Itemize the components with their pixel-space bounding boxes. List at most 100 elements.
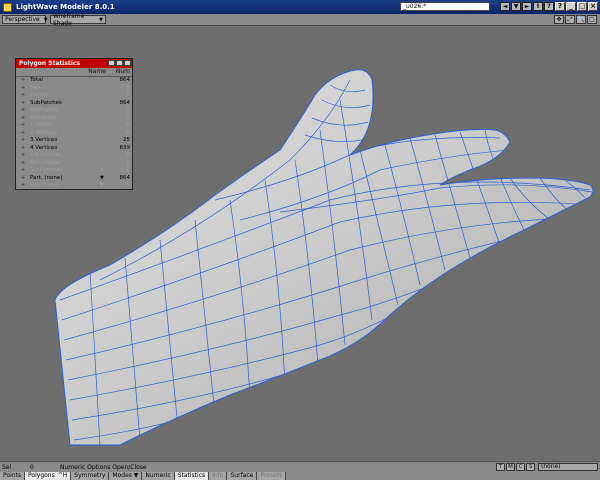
stat-row[interactable]: + Col. (none) ▼ 0 (16, 182, 132, 190)
stat-row[interactable]: + Curves 0 (16, 92, 132, 100)
plus-icon[interactable]: + (16, 145, 30, 152)
name-column-header: Name (88, 68, 106, 75)
stat-value: 0 (126, 182, 131, 189)
help-button[interactable]: ? (555, 2, 565, 11)
num-column-header: Num (115, 68, 130, 75)
status-bar: Sel 0 Numeric Options Open/Close T M C S… (0, 461, 600, 472)
tab-label: Modes (112, 472, 132, 479)
panel-close-button[interactable] (124, 60, 131, 66)
stats-rows: + Total 864 + Faces 0 + Curves 0 + SubPatches 864 + S… (16, 77, 132, 190)
mode-s-button[interactable]: S (526, 463, 535, 471)
plus-icon[interactable]: + (16, 107, 30, 114)
stat-label: Faces (30, 84, 46, 91)
stat-row[interactable]: + Surf. (none) ▼ 0 (16, 167, 132, 175)
tab-shortcut: ^H (57, 472, 68, 479)
stat-value: 0 (126, 167, 131, 174)
layer-icon[interactable]: I (533, 2, 543, 11)
stat-label: Curves (30, 92, 50, 99)
tab-label: Polygons (28, 472, 55, 479)
plus-icon[interactable]: + (16, 182, 30, 189)
tab-statistics[interactable]: Statistics (174, 472, 210, 480)
tab-info[interactable]: Info (209, 472, 228, 480)
tab-label: Numeric (145, 472, 171, 479)
plus-icon[interactable]: + (16, 167, 30, 174)
panel-titlebar[interactable]: Polygon Statistics (16, 59, 132, 68)
perspective-viewport[interactable]: Polygon Statistics Name Num + Total 864 + Fa… (0, 27, 600, 459)
stat-label: 3 Vertices (30, 137, 58, 144)
tab-surface[interactable]: Surface (227, 472, 258, 480)
close-button[interactable]: × (588, 2, 598, 11)
tab-numeric[interactable]: Numeric (142, 472, 175, 480)
window-title: LightWave Modeler 8.0.1 (16, 3, 115, 11)
stat-row[interactable]: + Total 864 (16, 77, 132, 85)
mode-c-button[interactable]: C (516, 463, 525, 471)
sel-label: Sel (2, 463, 12, 471)
chevron-down-icon[interactable]: ▼ (100, 167, 108, 174)
tab-label: Symmetry (74, 472, 106, 479)
chevron-down-icon[interactable]: ▼ (100, 175, 108, 182)
next-object-icon[interactable]: ► (522, 2, 532, 11)
plus-icon[interactable]: + (16, 85, 30, 92)
panel-maximize-button[interactable] (116, 60, 123, 66)
stat-value: 0 (126, 84, 131, 91)
stat-row[interactable]: +2 Vertices 0 (16, 130, 132, 138)
polygon-statistics-panel[interactable]: Polygon Statistics Name Num + Total 864 + Fa… (15, 58, 133, 190)
chevron-down-icon: ▼ (99, 16, 103, 23)
plus-icon[interactable]: + (16, 152, 30, 159)
rotate-view-icon[interactable]: ⤢ (565, 15, 575, 24)
stat-label: Part. (none) (30, 174, 63, 181)
minimize-button[interactable]: _ (566, 2, 576, 11)
stat-value: 0 (126, 122, 131, 129)
stat-row[interactable]: + Non-planar 0 (16, 160, 132, 168)
stat-row[interactable]: +4 Vertices 839 (16, 145, 132, 153)
zoom-view-icon[interactable]: 🔍 (576, 15, 586, 24)
layer-dropdown[interactable]: (none) (538, 463, 598, 471)
tab-label: Statistics (177, 472, 206, 479)
tab-label: Presets (260, 472, 283, 479)
tab-polygons[interactable]: Polygons ^H (25, 472, 72, 480)
panel-minimize-button[interactable] (108, 60, 115, 66)
stat-label: Skelegons (30, 107, 58, 114)
maximize-button[interactable]: □ (577, 2, 587, 11)
stat-label: Metaballs (30, 114, 57, 121)
stat-label: Non-planar (30, 159, 61, 166)
maximize-view-icon[interactable]: □ (587, 15, 597, 24)
stat-row[interactable]: + >4 Vertices 0 (16, 152, 132, 160)
tab-presets[interactable]: Presets (257, 472, 287, 480)
stat-row[interactable]: + Faces 0 (16, 85, 132, 93)
stat-row[interactable]: +1 Vertex 0 (16, 122, 132, 130)
prev-object-icon[interactable]: ◄ (500, 2, 510, 11)
render-mode-label: Wireframe Shade (53, 12, 85, 27)
mode-m-button[interactable]: M (506, 463, 515, 471)
object-list-icon[interactable]: ▼ (511, 2, 521, 11)
stat-value: 0 (126, 159, 131, 166)
status-message: Numeric Options Open/Close (60, 463, 147, 471)
plus-icon[interactable]: + (16, 92, 30, 99)
chevron-down-icon[interactable]: ▼ (100, 182, 108, 189)
plus-icon[interactable]: + (16, 77, 30, 84)
tab-modes[interactable]: Modes ▼ (109, 472, 143, 480)
plus-icon[interactable]: + (16, 130, 30, 137)
tab-symmetry[interactable]: Symmetry (71, 472, 110, 480)
stat-value: 864 (119, 174, 131, 181)
help-tool-icon[interactable]: ? (544, 2, 554, 11)
stat-row[interactable]: + Skelegons 0 (16, 107, 132, 115)
bottom-tab-bar: Points Polygons ^H Symmetry Modes ▼ Numeric St… (0, 472, 600, 480)
view-type-dropdown[interactable]: Perspective ▼ (2, 15, 48, 24)
plus-icon[interactable]: + (16, 175, 30, 182)
object-selector[interactable]: _u026.* (400, 2, 490, 11)
stat-row[interactable]: +3 Vertices 25 (16, 137, 132, 145)
stat-row[interactable]: + Part. (none) ▼ 864 (16, 175, 132, 183)
mode-t-button[interactable]: T (496, 463, 505, 471)
render-mode-dropdown[interactable]: Wireframe Shade ▼ (50, 12, 106, 27)
plus-icon[interactable]: + (16, 100, 30, 107)
stat-label: 4 Vertices (30, 144, 58, 151)
plus-icon[interactable]: + (16, 137, 30, 144)
tab-points[interactable]: Points (0, 472, 26, 480)
stat-row[interactable]: + Metaballs 0 (16, 115, 132, 123)
plus-icon[interactable]: + (16, 122, 30, 129)
move-view-icon[interactable]: ✥ (554, 15, 564, 24)
plus-icon[interactable]: + (16, 160, 30, 167)
stat-row[interactable]: + SubPatches 864 (16, 100, 132, 108)
plus-icon[interactable]: + (16, 115, 30, 122)
